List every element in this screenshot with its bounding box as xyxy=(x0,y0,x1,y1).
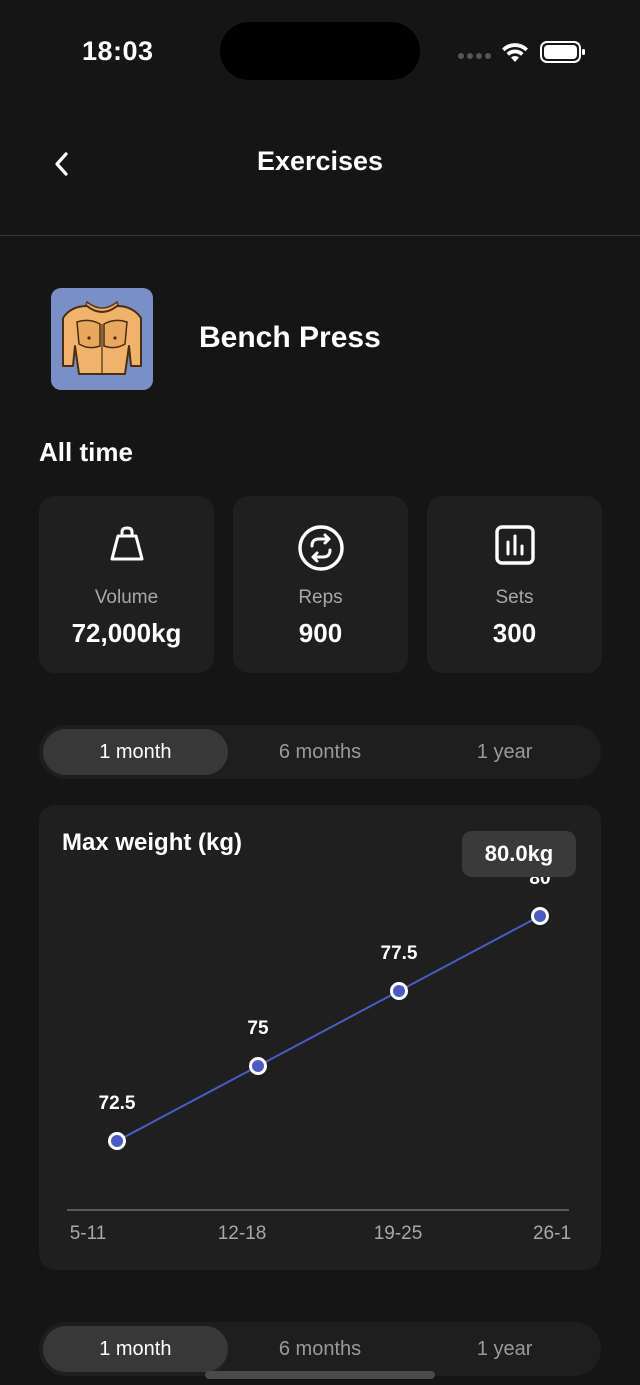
exercise-thumbnail xyxy=(51,288,153,390)
stat-label: Volume xyxy=(94,587,159,608)
dynamic-island xyxy=(220,22,420,80)
wifi-icon xyxy=(502,43,528,62)
data-point xyxy=(390,982,408,1000)
data-label: 77.5 xyxy=(381,943,418,964)
repeat-icon xyxy=(297,525,344,571)
x-tick-label: 19-25 xyxy=(374,1223,423,1244)
navigation-bar: Exercises xyxy=(0,100,640,236)
series-line xyxy=(116,915,541,1142)
stat-card-reps: Reps 900 xyxy=(233,496,408,673)
bar-chart-icon xyxy=(494,525,535,565)
status-time: 18:03 xyxy=(82,36,154,66)
cellular-signal-icon xyxy=(458,53,491,59)
period-tab-1-month[interactable]: 1 month xyxy=(43,729,228,775)
x-tick-label: 26-1 xyxy=(533,1223,571,1244)
page-title: Exercises xyxy=(256,146,384,176)
stat-value: 900 xyxy=(298,618,343,648)
max-weight-chart-card: 72.5 75 77.5 80 5-11 12-18 19-25 26-1 Max weigh… xyxy=(39,805,601,1270)
data-label: 72.5 xyxy=(99,1093,136,1114)
period-tab-6-months[interactable]: 6 months xyxy=(228,1326,413,1372)
data-point xyxy=(531,907,549,925)
chest-icon xyxy=(62,300,142,375)
stat-label: Sets xyxy=(495,587,534,608)
period-tab-1-year[interactable]: 1 year xyxy=(412,1326,597,1372)
chart-title: Max weight (kg) xyxy=(62,829,243,856)
status-bar: 18:03 xyxy=(0,0,640,100)
stat-label: Reps xyxy=(298,587,343,608)
data-label: 75 xyxy=(247,1018,269,1039)
period-tab-1-year[interactable]: 1 year xyxy=(412,729,597,775)
x-tick-label: 5-11 xyxy=(70,1223,107,1244)
battery-icon xyxy=(540,41,585,63)
exercise-header: Bench Press xyxy=(51,288,611,390)
data-point xyxy=(108,1132,126,1150)
stat-value: 72,000kg xyxy=(71,618,182,648)
selected-value-badge: 80.0kg xyxy=(462,831,576,877)
stat-value: 300 xyxy=(492,618,537,648)
period-tab-1-month[interactable]: 1 month xyxy=(43,1326,228,1372)
period-selector: 1 month 6 months 1 year xyxy=(39,725,601,779)
section-title-all-time: All time xyxy=(39,437,133,467)
exercise-name: Bench Press xyxy=(199,321,381,354)
period-selector: 1 month 6 months 1 year xyxy=(39,1322,601,1376)
home-indicator xyxy=(205,1371,435,1379)
period-tab-6-months[interactable]: 6 months xyxy=(228,729,413,775)
stat-card-sets: Sets 300 xyxy=(427,496,602,673)
weight-icon xyxy=(110,526,143,561)
data-point xyxy=(249,1057,267,1075)
x-tick-label: 12-18 xyxy=(218,1223,267,1244)
stat-card-volume: Volume 72,000kg xyxy=(39,496,214,673)
